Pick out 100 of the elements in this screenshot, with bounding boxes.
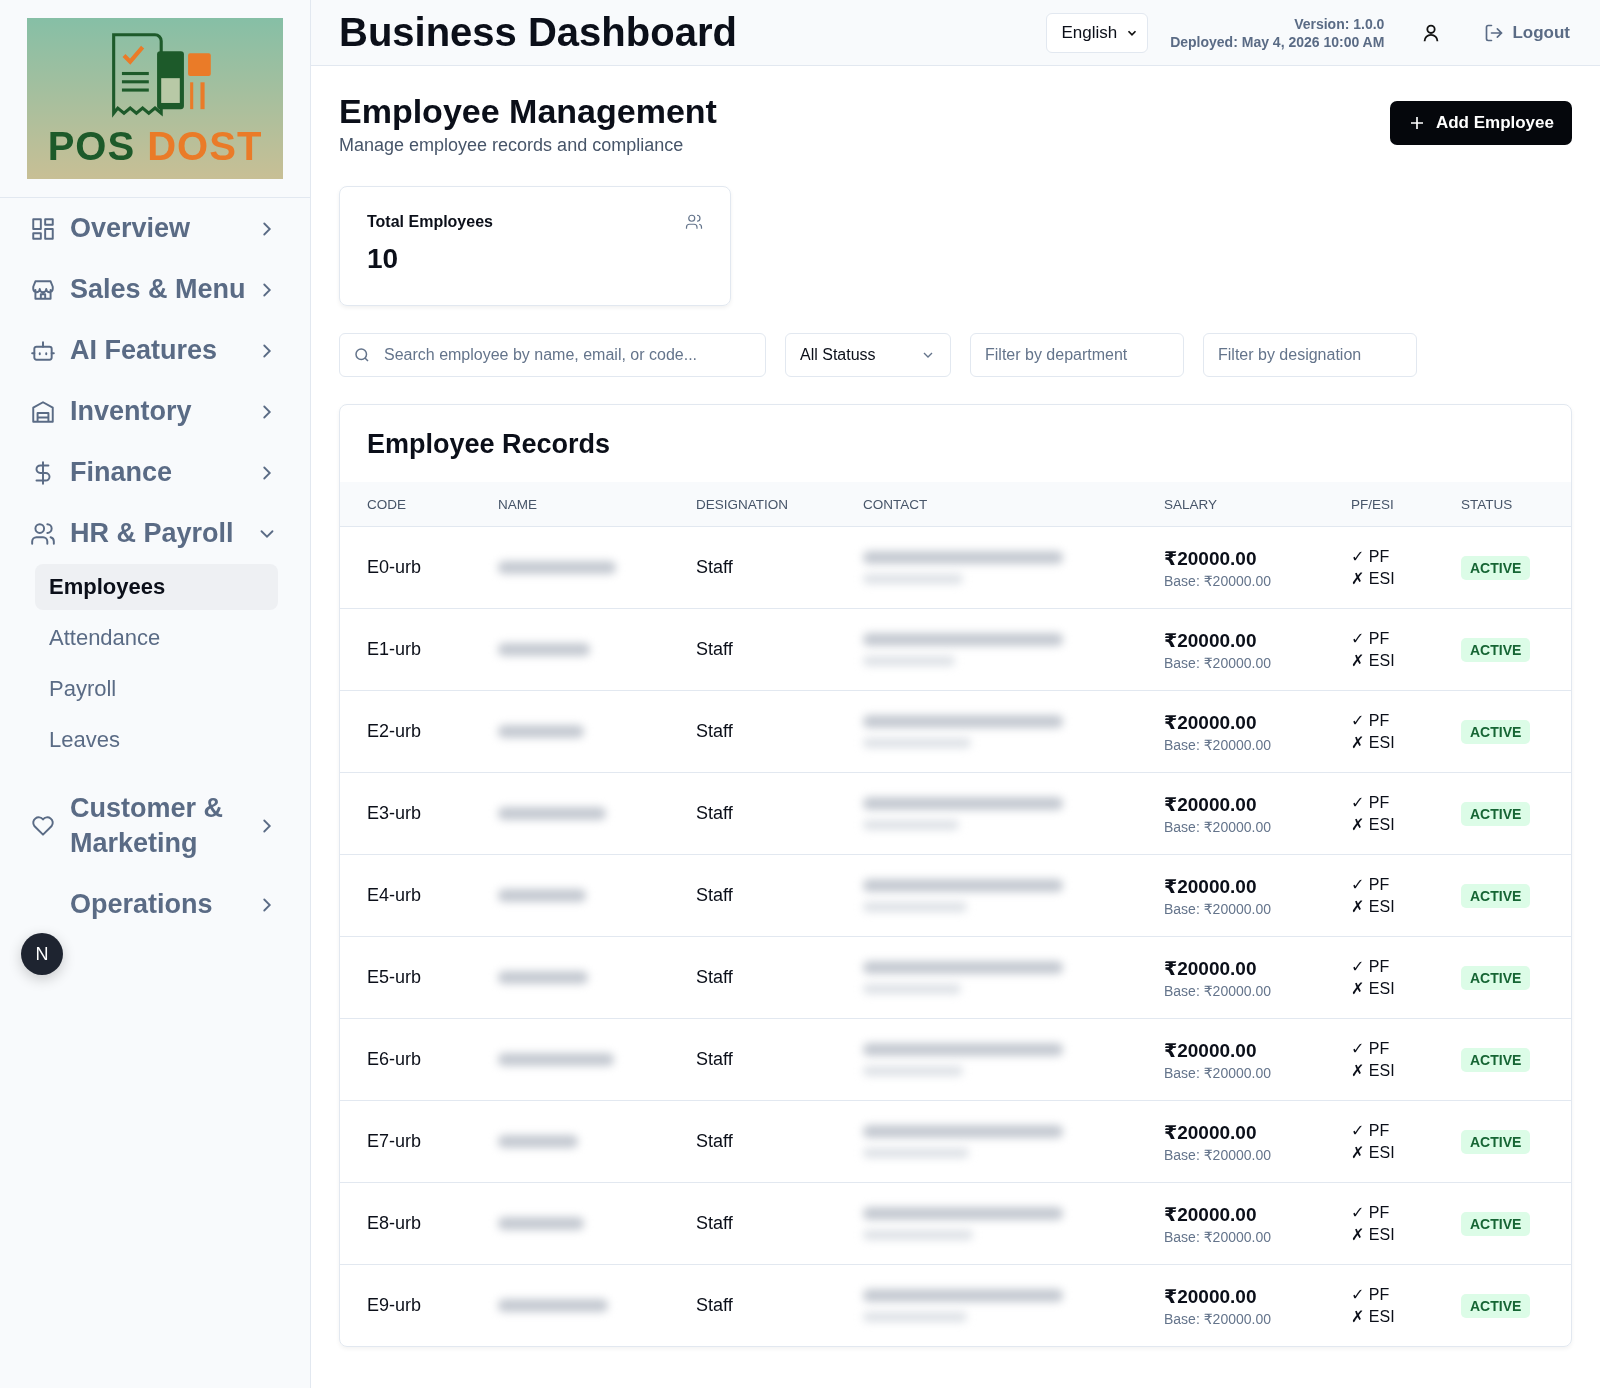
table-cell-text: E7-urb [367, 1131, 423, 1152]
users-icon [685, 213, 703, 231]
table-cell-text: E0-urb [367, 557, 423, 578]
logout-button[interactable]: Logout [1478, 14, 1576, 51]
salary-amount: ₹20000.00 [1164, 874, 1258, 898]
base-salary: Base: ₹20000.00 [1164, 900, 1272, 917]
department-field[interactable]: Filter by department [970, 333, 1184, 377]
base-salary: Base: ₹20000.00 [1164, 1310, 1272, 1327]
table-cell-text: Staff [696, 1049, 734, 1070]
base-salary: Base: ₹20000.00 [1164, 818, 1272, 835]
column-header: SALARY [1164, 496, 1219, 512]
status-badge: ACTIVE [1461, 719, 1531, 744]
salary-amount: ₹20000.00 [1164, 628, 1258, 652]
pf-label: ✓ PF [1351, 1284, 1391, 1305]
language-select[interactable]: English [1046, 12, 1149, 53]
esi-label: ✗ ESI [1351, 814, 1396, 835]
pf-label: ✓ PF [1351, 628, 1391, 649]
base-salary: Base: ₹20000.00 [1164, 1228, 1272, 1245]
salary-amount: ₹20000.00 [1164, 1284, 1258, 1308]
esi-label: ✗ ESI [1351, 896, 1396, 917]
page-subtitle: Manage employee records and compliance [339, 135, 685, 156]
column-header: CODE [367, 496, 407, 512]
pf-label: ✓ PF [1351, 710, 1391, 731]
salary-amount: ₹20000.00 [1164, 956, 1258, 980]
column-header: NAME [498, 496, 538, 512]
pf-label: ✓ PF [1351, 1120, 1391, 1141]
designation-field[interactable]: Filter by designation [1203, 333, 1417, 377]
esi-label: ✗ ESI [1351, 732, 1396, 753]
nav-subitem[interactable]: Payroll [35, 666, 278, 712]
grid-icon [30, 215, 56, 242]
table-cell-text: Staff [696, 803, 734, 824]
status-badge: ACTIVE [1461, 1129, 1531, 1154]
logout-icon [1484, 22, 1505, 43]
status-badge: ACTIVE [1461, 1211, 1531, 1236]
table-cell-text: Staff [696, 967, 734, 988]
nav-item[interactable]: Overview [70, 198, 290, 259]
dev-badge[interactable]: N [21, 933, 63, 975]
table-cell-text: E5-urb [367, 967, 423, 988]
nav-item[interactable]: Finance [70, 442, 290, 503]
base-salary: Base: ₹20000.00 [1164, 1146, 1272, 1163]
status-badge: ACTIVE [1461, 801, 1531, 826]
column-header: DESIGNATION [696, 496, 789, 512]
table-cell-text: Staff [696, 557, 734, 578]
table-cell-text: E4-urb [367, 885, 423, 906]
esi-label: ✗ ESI [1351, 1142, 1396, 1163]
esi-label: ✗ ESI [1351, 568, 1396, 589]
base-salary: Base: ₹20000.00 [1164, 654, 1272, 671]
esi-label: ✗ ESI [1351, 1224, 1396, 1245]
salary-amount: ₹20000.00 [1164, 546, 1258, 570]
salary-amount: ₹20000.00 [1164, 1202, 1258, 1226]
status-badge: ACTIVE [1461, 1047, 1531, 1072]
logo-wordmark: POS DOST [47, 126, 263, 166]
users-icon [30, 520, 56, 547]
salary-amount: ₹20000.00 [1164, 792, 1258, 816]
status-select[interactable]: All Statuss [785, 333, 951, 377]
warehouse-icon [30, 398, 56, 425]
esi-label: ✗ ESI [1351, 650, 1396, 671]
column-header: PF/ESI [1351, 496, 1395, 512]
base-salary: Base: ₹20000.00 [1164, 736, 1272, 753]
esi-label: ✗ ESI [1351, 1306, 1396, 1327]
table-cell-text: E3-urb [367, 803, 423, 824]
pf-label: ✓ PF [1351, 874, 1391, 895]
column-header: CONTACT [863, 496, 929, 512]
table-cell-text: E8-urb [367, 1213, 423, 1234]
table-cell-text: E9-urb [367, 1295, 423, 1316]
esi-label: ✗ ESI [1351, 978, 1396, 999]
nav-item[interactable]: Inventory [70, 381, 290, 442]
table-title: Employee Records [366, 428, 612, 461]
salary-amount: ₹20000.00 [1164, 1038, 1258, 1062]
search-field[interactable]: Search employee by name, email, or code... [339, 333, 766, 377]
table-cell-text: Staff [696, 885, 734, 906]
stat-label: Total Employees [367, 213, 493, 231]
nav-item[interactable]: HR & Payroll [70, 503, 290, 564]
page-title: Employee Management [339, 92, 717, 131]
status-badge: ACTIVE [1461, 1293, 1531, 1318]
table-cell-text: E6-urb [367, 1049, 423, 1070]
table-cell-text: E2-urb [367, 721, 423, 742]
add-employee-button[interactable]: Add Employee [1389, 101, 1572, 145]
table-cell-text: Staff [696, 639, 734, 660]
nav-subitem[interactable]: Employees [35, 564, 278, 610]
deploy-date: Deployed: May 4, 2026 10:00 AM [1170, 32, 1385, 51]
salary-amount: ₹20000.00 [1164, 1120, 1258, 1144]
base-salary: Base: ₹20000.00 [1164, 1064, 1272, 1081]
version-text: Version: 1.0.0 [1293, 14, 1385, 33]
esi-label: ✗ ESI [1351, 1060, 1396, 1081]
nav-item[interactable]: Operations [70, 874, 290, 935]
status-badge: ACTIVE [1461, 965, 1531, 990]
nav-subitem[interactable]: Leaves [35, 717, 278, 763]
status-badge: ACTIVE [1461, 555, 1531, 580]
nav-item[interactable]: Customer & Marketing [70, 778, 290, 874]
column-header: STATUS [1461, 496, 1514, 512]
nav-item[interactable]: Sales & Menu [70, 259, 290, 320]
table-cell-text: Staff [696, 1131, 734, 1152]
nav-item[interactable]: AI Features [70, 320, 290, 381]
search-icon [353, 346, 371, 364]
salary-amount: ₹20000.00 [1164, 710, 1258, 734]
table-cell-text: Staff [696, 1213, 734, 1234]
nav-subitem[interactable]: Attendance [35, 615, 278, 661]
app-title: Business Dashboard [339, 10, 738, 55]
pf-label: ✓ PF [1351, 546, 1391, 567]
